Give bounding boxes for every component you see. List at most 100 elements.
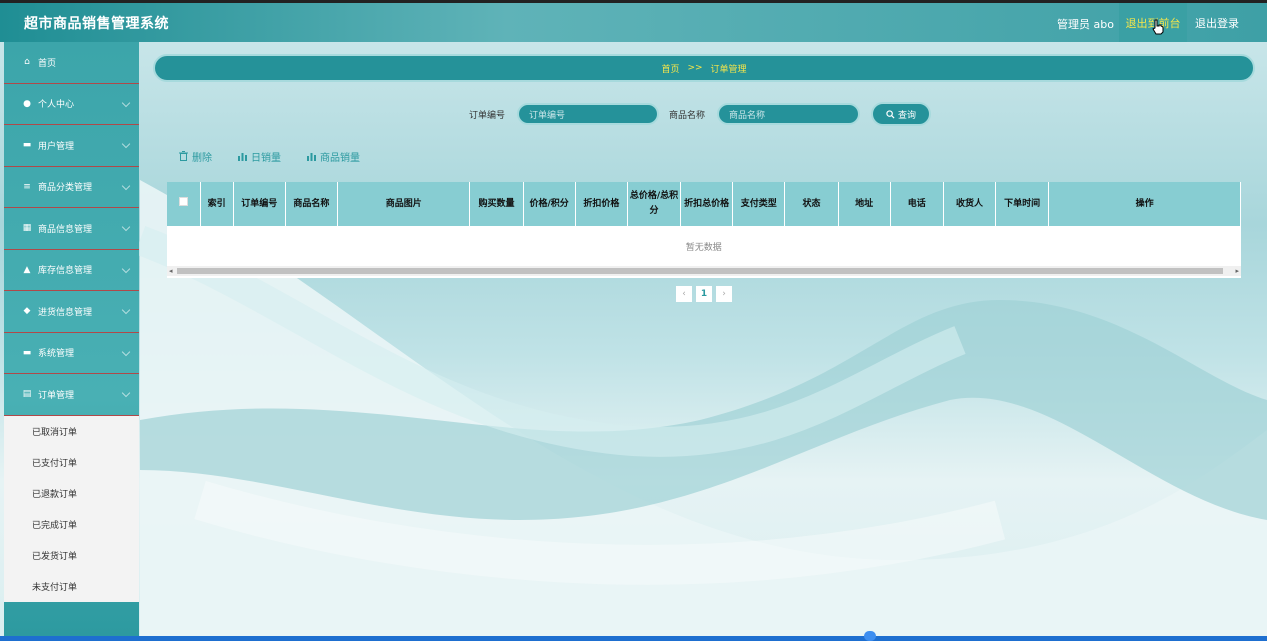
table-header-cell: 支付类型 xyxy=(732,182,786,226)
table-header-cell: 电话 xyxy=(890,182,944,226)
sidebar-item-home[interactable]: ⌂ 首页 xyxy=(4,42,139,84)
chevron-down-icon xyxy=(121,222,131,232)
pagination: ‹ 1 › xyxy=(676,286,732,302)
chevron-down-icon xyxy=(121,347,131,356)
page-1-button[interactable]: 1 xyxy=(696,286,712,302)
table-header-cell: 折扣价格 xyxy=(575,182,628,226)
sidebar-item-category[interactable]: ≡ 商品分类管理 xyxy=(4,167,139,208)
sidebar-item-purchase[interactable]: ◆ 进货信息管理 xyxy=(4,291,139,333)
action-bar: 删除 日销量 商品销量 xyxy=(179,148,360,164)
chevron-down-icon xyxy=(121,181,131,190)
taskbar-indicator-icon xyxy=(864,631,876,641)
table-header-cell: 总价格/总积分 xyxy=(627,182,682,226)
scroll-left-icon[interactable]: ◂ xyxy=(169,267,173,275)
sidebar-item-system[interactable]: ▬ 系统管理 xyxy=(4,333,139,374)
user-icon: ● xyxy=(23,98,31,109)
table-header-cell: 操作 xyxy=(1048,182,1241,226)
product-sales-label: 商品销量 xyxy=(320,152,360,164)
chevron-down-icon xyxy=(121,98,131,107)
orders-table: 索引 订单编号 商品名称 商品图片 购买数量 价格/积分 折扣价格 总价格/总积… xyxy=(167,182,1241,278)
horizontal-scrollbar[interactable]: ◂ ▸ xyxy=(167,266,1241,276)
delete-button-label: 删除 xyxy=(192,152,212,164)
table-header-cell: 价格/积分 xyxy=(523,182,576,226)
logout-button[interactable]: 退出登录 xyxy=(1187,3,1247,42)
sidebar-item-label: 商品分类管理 xyxy=(38,183,93,194)
sidebar-item-users[interactable]: ▬ 用户管理 xyxy=(4,125,139,167)
sidebar-item-label: 订单管理 xyxy=(38,390,75,401)
home-icon: ⌂ xyxy=(24,57,30,68)
list-icon: ≡ xyxy=(23,181,31,192)
table-header-cell: 购买数量 xyxy=(469,182,524,226)
chevron-down-icon xyxy=(121,388,131,398)
chevron-down-icon xyxy=(121,139,131,149)
submenu-refunded-orders[interactable]: 已退款订单 xyxy=(4,478,139,509)
next-page-button[interactable]: › xyxy=(716,286,732,302)
submenu-cancelled-orders[interactable]: 已取消订单 xyxy=(4,416,139,447)
table-header-cell: 商品名称 xyxy=(285,182,339,226)
chevron-down-icon xyxy=(121,305,131,315)
search-bar: 订单编号 订单编号 商品名称 商品名称 查询 xyxy=(141,102,1267,126)
top-header: 超市商品销售管理系统 管理员 abo 退出到前台 退出登录 xyxy=(0,0,1267,42)
daily-sales-button[interactable]: 日销量 xyxy=(238,148,281,164)
query-button[interactable]: 查询 xyxy=(871,102,931,126)
sidebar-item-product[interactable]: ▦ 商品信息管理 xyxy=(4,208,139,250)
sidebar-item-orders[interactable]: ▤ 订单管理 xyxy=(4,374,139,416)
table-header-cell: 订单编号 xyxy=(233,182,286,226)
empty-message: 暂无数据 xyxy=(167,226,1241,266)
sidebar-item-label: 库存信息管理 xyxy=(38,266,93,277)
monitor-icon: ▬ xyxy=(22,347,32,358)
prev-page-button[interactable]: ‹ xyxy=(676,286,692,302)
scroll-thumb[interactable] xyxy=(177,268,1223,274)
sidebar-item-profile[interactable]: ● 个人中心 xyxy=(4,84,139,125)
sidebar-item-label: 个人中心 xyxy=(38,100,75,111)
sidebar-item-label: 商品信息管理 xyxy=(38,224,93,235)
table-header-cell: 收货人 xyxy=(943,182,997,226)
pin-icon: ◆ xyxy=(23,306,31,317)
scroll-right-icon[interactable]: ▸ xyxy=(1235,267,1239,275)
submenu-paid-orders[interactable]: 已支付订单 xyxy=(4,447,139,478)
breadcrumb-current: 订单管理 xyxy=(710,64,747,75)
bar-chart-icon xyxy=(307,152,316,161)
table-header-cell: 商品图片 xyxy=(337,182,471,226)
select-all-cell xyxy=(167,182,201,226)
submenu-completed-orders[interactable]: 已完成订单 xyxy=(4,509,139,540)
daily-sales-label: 日销量 xyxy=(251,152,281,164)
trash-icon xyxy=(179,151,188,161)
sidebar-item-label: 进货信息管理 xyxy=(38,307,93,318)
select-all-checkbox[interactable] xyxy=(178,196,188,206)
product-name-label: 商品名称 xyxy=(669,111,706,121)
current-user: 管理员 abo xyxy=(1057,18,1114,31)
breadcrumb-home[interactable]: 首页 xyxy=(661,62,679,75)
sidebar-item-label: 用户管理 xyxy=(38,141,75,152)
bar-chart-icon xyxy=(238,152,247,161)
submenu-shipped-orders[interactable]: 已发货订单 xyxy=(4,540,139,571)
table-header-cell: 折扣总价格 xyxy=(680,182,734,226)
sidebar: ⌂ 首页 ● 个人中心 ▬ 用户管理 ≡ 商品分类管理 ▦ 商品信息管理 ▲ 库… xyxy=(4,42,139,636)
query-button-label: 查询 xyxy=(897,110,916,121)
submenu-unpaid-orders[interactable]: 未支付订单 xyxy=(4,571,139,602)
sidebar-item-label: 首页 xyxy=(38,58,57,69)
product-sales-button[interactable]: 商品销量 xyxy=(307,148,360,164)
users-icon: ▬ xyxy=(22,140,32,151)
table-empty-row: 暂无数据 xyxy=(167,226,1241,266)
chevron-down-icon xyxy=(121,264,131,273)
app-title: 超市商品销售管理系统 xyxy=(24,16,169,32)
order-number-label: 订单编号 xyxy=(469,111,506,121)
order-number-input[interactable]: 订单编号 xyxy=(517,103,659,125)
doc-icon: ▤ xyxy=(22,389,32,400)
delete-button[interactable]: 删除 xyxy=(179,148,212,164)
grid-icon: ▦ xyxy=(22,223,32,234)
person-icon: ▲ xyxy=(23,264,31,275)
sidebar-item-inventory[interactable]: ▲ 库存信息管理 xyxy=(4,250,139,291)
product-name-input[interactable]: 商品名称 xyxy=(717,103,860,125)
table-header-row: 索引 订单编号 商品名称 商品图片 购买数量 价格/积分 折扣价格 总价格/总积… xyxy=(167,182,1241,226)
main-content: 首页 >> 订单管理 订单编号 订单编号 商品名称 商品名称 查询 删除 日销量… xyxy=(141,42,1267,636)
table-header-cell: 地址 xyxy=(838,182,891,226)
orders-submenu: 已取消订单 已支付订单 已退款订单 已完成订单 已发货订单 未支付订单 xyxy=(4,415,139,602)
table-header-cell: 下单时间 xyxy=(995,182,1050,226)
search-icon xyxy=(886,109,895,119)
breadcrumb-separator: >> xyxy=(687,63,703,73)
sidebar-item-label: 系统管理 xyxy=(38,349,75,360)
table-header-cell: 索引 xyxy=(200,182,234,226)
breadcrumb: 首页 >> 订单管理 xyxy=(153,54,1255,82)
